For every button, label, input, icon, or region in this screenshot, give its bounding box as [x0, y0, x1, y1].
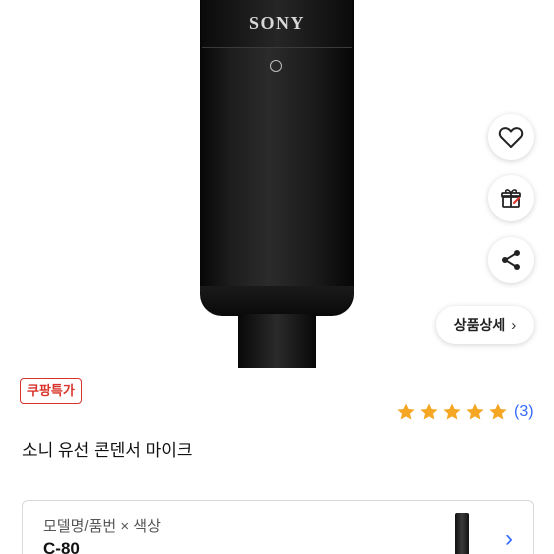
product-title: 소니 유선 콘덴서 마이크: [22, 441, 193, 460]
share-icon: [502, 250, 520, 270]
star-icon: [466, 403, 484, 420]
rating[interactable]: (3): [396, 402, 534, 422]
power-indicator: [270, 60, 282, 72]
gift-icon: [501, 189, 521, 208]
review-count[interactable]: (3): [514, 403, 534, 421]
share-button[interactable]: [488, 237, 534, 283]
option-selector[interactable]: 모델명/품번 × 색상 C-80 ›: [22, 500, 534, 554]
option-thumbnail: [455, 513, 469, 554]
product-detail-label: 상품상세: [453, 317, 506, 333]
brand-logo: SONY: [248, 13, 305, 33]
chevron-right-icon[interactable]: ›: [505, 525, 513, 553]
star-icon: [489, 403, 507, 420]
wishlist-button[interactable]: [488, 114, 534, 160]
star-icon: [420, 403, 438, 420]
promo-badge: 쿠팡특가: [20, 378, 82, 404]
option-value: C-80: [43, 539, 80, 554]
heart-icon: [498, 127, 524, 148]
chevron-right-icon: ›: [511, 316, 517, 334]
gift-button[interactable]: [488, 175, 534, 221]
star-icon: [443, 403, 461, 420]
product-detail-button[interactable]: 상품상세 ›: [436, 306, 534, 344]
microphone-neck: [238, 314, 316, 368]
microphone-ring: [200, 286, 354, 316]
option-label: 모델명/품번 × 색상: [43, 518, 161, 535]
star-icon: [397, 403, 415, 420]
